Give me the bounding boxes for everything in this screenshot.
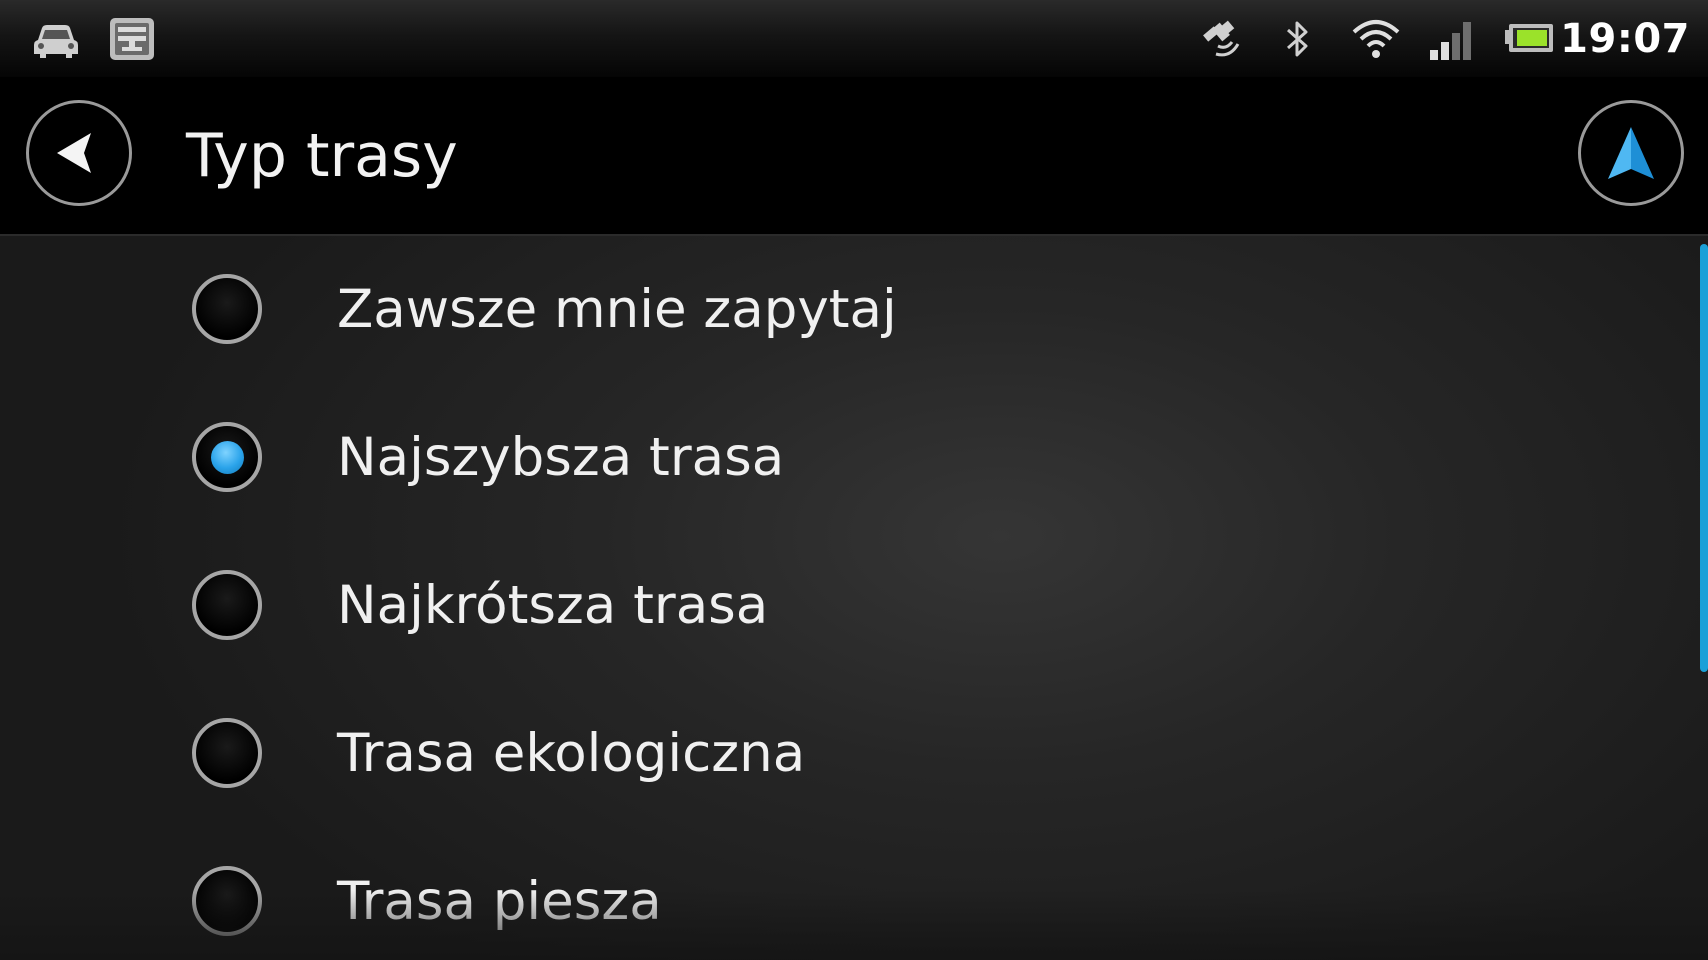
route-option-fastest[interactable]: Najszybsza trasa [0,384,1680,532]
radio-button[interactable] [192,866,262,936]
title-bar: Typ trasy [0,78,1708,236]
back-button[interactable] [26,100,132,206]
status-bar: 19:07 [0,0,1708,78]
route-option-walking[interactable]: Trasa piesza [0,828,1680,960]
car-icon [34,25,78,58]
route-option-shortest[interactable]: Najkrótsza trasa [0,532,1680,680]
wifi-icon [1352,20,1400,58]
battery-icon [1505,24,1553,52]
notification-icon [110,18,154,60]
bluetooth-icon [1287,21,1308,57]
status-clock: 19:07 [1560,16,1690,62]
radio-button[interactable] [192,570,262,640]
option-label: Najszybsza trasa [337,427,785,488]
option-label: Trasa ekologiczna [337,723,806,784]
signal-icon [1430,22,1471,60]
navigation-arrow-icon [1608,127,1654,179]
route-option-ask[interactable]: Zawsze mnie zapytaj [0,236,1680,384]
radio-button[interactable] [192,422,262,492]
radio-button[interactable] [192,718,262,788]
option-label: Trasa piesza [337,871,662,932]
option-label: Zawsze mnie zapytaj [337,279,897,340]
back-arrow-icon [57,133,91,173]
navigation-button[interactable] [1578,100,1684,206]
radio-button[interactable] [192,274,262,344]
route-type-list: Zawsze mnie zapytaj Najszybsza trasa Naj… [0,236,1708,960]
option-label: Najkrótsza trasa [337,575,769,636]
scrollbar[interactable] [1700,244,1708,672]
gps-icon [1203,20,1240,57]
page-title: Typ trasy [186,121,458,191]
screen: 19:07 Typ trasy Zawsze mnie zapytaj Najs… [0,0,1708,960]
route-option-eco[interactable]: Trasa ekologiczna [0,680,1680,828]
radio-selected-dot [211,441,244,474]
